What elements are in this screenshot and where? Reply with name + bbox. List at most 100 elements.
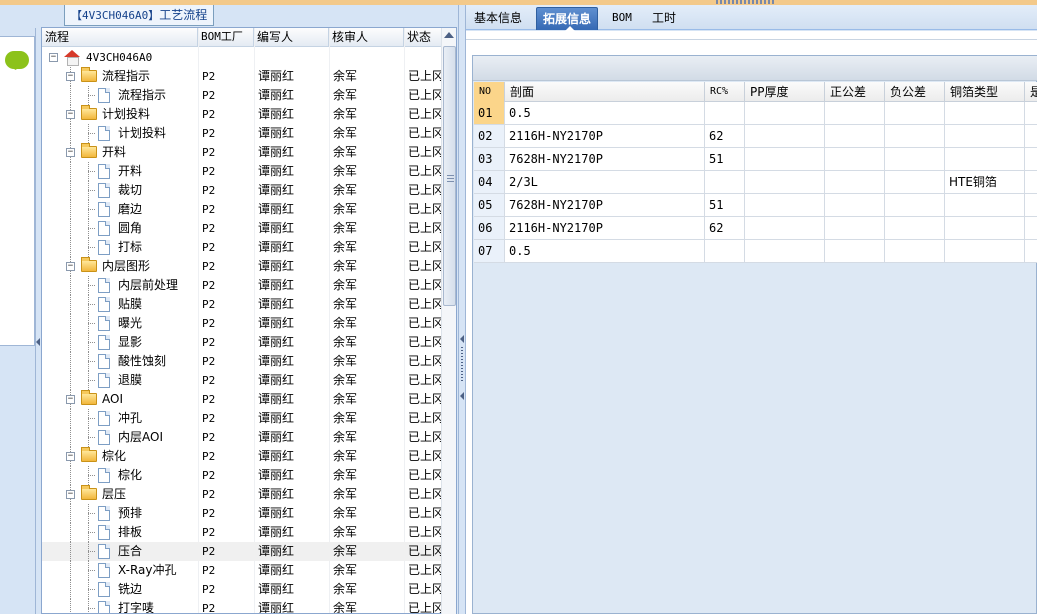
tree-step-row[interactable]: 压合 P2 谭丽红 余军 已上冈 — [42, 542, 444, 561]
col-header-no[interactable]: NO — [474, 82, 505, 102]
stackup-cell-pp[interactable] — [745, 171, 825, 193]
tree-step-row[interactable]: 冲孔 P2 谭丽红 余军 已上冈 — [42, 409, 444, 428]
stackup-cell-more[interactable] — [1025, 240, 1037, 262]
stackup-row[interactable]: 05 7628H-NY2170P 51 — [474, 194, 1037, 217]
stackup-cell-section[interactable]: 0.5 — [505, 102, 705, 124]
tree-step-row[interactable]: 酸性蚀刻 P2 谭丽红 余军 已上冈 — [42, 352, 444, 371]
tree-folder-row[interactable]: − 棕化 P2 谭丽红 余军 已上冈 — [42, 447, 444, 466]
collapse-toggle-icon[interactable]: − — [66, 452, 75, 461]
tree-folder-row[interactable]: − 内层图形 P2 谭丽红 余军 已上冈 — [42, 257, 444, 276]
collapse-toggle-icon[interactable]: − — [66, 395, 75, 404]
tree-folder-row[interactable]: − 计划投料 P2 谭丽红 余军 已上冈 — [42, 105, 444, 124]
tab-work-hours[interactable]: 工时 — [646, 7, 682, 30]
stackup-cell-rc[interactable]: 62 — [705, 217, 745, 239]
stackup-cell-section[interactable]: 2116H-NY2170P — [505, 125, 705, 147]
tree-step-row[interactable]: 圆角 P2 谭丽红 余军 已上冈 — [42, 219, 444, 238]
col-header-section[interactable]: 剖面 — [505, 82, 705, 102]
stackup-row[interactable]: 04 2/3L HTE铜箔 — [474, 171, 1037, 194]
stackup-cell-rc[interactable]: 51 — [705, 148, 745, 170]
tree-root-row[interactable]: − 4V3CH046A0 — [42, 48, 442, 67]
stackup-cell-pp[interactable] — [745, 125, 825, 147]
stackup-cell-pos[interactable] — [825, 194, 885, 216]
chat-bubble-icon[interactable] — [5, 51, 29, 69]
stackup-cell-neg[interactable] — [885, 194, 945, 216]
scroll-up-icon[interactable] — [444, 32, 454, 38]
stackup-cell-neg[interactable] — [885, 217, 945, 239]
stackup-cell-rc[interactable] — [705, 240, 745, 262]
collapse-toggle-icon[interactable]: − — [66, 490, 75, 499]
stackup-cell-no[interactable]: 03 — [474, 148, 505, 170]
stackup-row[interactable]: 06 2116H-NY2170P 62 — [474, 217, 1037, 240]
collapse-toggle-icon[interactable]: − — [49, 53, 58, 62]
collapse-left-icon[interactable] — [460, 335, 464, 343]
stackup-cell-copper[interactable]: HTE铜箔 — [945, 171, 1025, 193]
stackup-cell-section[interactable]: 7628H-NY2170P — [505, 148, 705, 170]
top-grip-icon[interactable] — [716, 0, 776, 4]
stackup-cell-pos[interactable] — [825, 171, 885, 193]
stackup-cell-no[interactable]: 04 — [474, 171, 505, 193]
stackup-cell-rc[interactable]: 62 — [705, 125, 745, 147]
collapse-toggle-icon[interactable]: − — [66, 72, 75, 81]
stackup-cell-copper[interactable] — [945, 217, 1025, 239]
stackup-cell-copper[interactable] — [945, 148, 1025, 170]
tree-folder-row[interactable]: − 流程指示 P2 谭丽红 余军 已上冈 — [42, 67, 444, 86]
stackup-cell-no[interactable]: 05 — [474, 194, 505, 216]
tree-step-row[interactable]: 磨边 P2 谭丽红 余军 已上冈 — [42, 200, 444, 219]
stackup-row[interactable]: 03 7628H-NY2170P 51 — [474, 148, 1037, 171]
stackup-row[interactable]: 07 0.5 — [474, 240, 1037, 263]
col-header-status[interactable]: 状态 — [404, 28, 444, 47]
stackup-cell-more[interactable] — [1025, 171, 1037, 193]
tree-step-row[interactable]: 排板 P2 谭丽红 余军 已上冈 — [42, 523, 444, 542]
stackup-cell-section[interactable]: 0.5 — [505, 240, 705, 262]
stackup-cell-pp[interactable] — [745, 194, 825, 216]
stackup-cell-pos[interactable] — [825, 148, 885, 170]
stackup-cell-rc[interactable] — [705, 171, 745, 193]
stackup-cell-pp[interactable] — [745, 217, 825, 239]
tree-step-row[interactable]: 内层前处理 P2 谭丽红 余军 已上冈 — [42, 276, 444, 295]
stackup-row[interactable]: 02 2116H-NY2170P 62 — [474, 125, 1037, 148]
tree-step-row[interactable]: X-Ray冲孔 P2 谭丽红 余军 已上冈 — [42, 561, 444, 580]
tree-step-row[interactable]: 计划投料 P2 谭丽红 余军 已上冈 — [42, 124, 444, 143]
stackup-cell-neg[interactable] — [885, 102, 945, 124]
tree-step-row[interactable]: 流程指示 P2 谭丽红 余军 已上冈 — [42, 86, 444, 105]
collapse-toggle-icon[interactable]: − — [66, 110, 75, 119]
stackup-cell-no[interactable]: 07 — [474, 240, 505, 262]
tree-step-row[interactable]: 铣边 P2 谭丽红 余军 已上冈 — [42, 580, 444, 599]
col-header-pp-thickness[interactable]: PP厚度 — [745, 82, 825, 102]
stackup-cell-rc[interactable]: 51 — [705, 194, 745, 216]
tree-step-row[interactable]: 贴膜 P2 谭丽红 余军 已上冈 — [42, 295, 444, 314]
stackup-cell-pp[interactable] — [745, 102, 825, 124]
stackup-cell-pos[interactable] — [825, 125, 885, 147]
tree-scrollbar[interactable] — [441, 28, 456, 614]
stackup-cell-pp[interactable] — [745, 148, 825, 170]
collapse-toggle-icon[interactable]: − — [66, 148, 75, 157]
col-header-writer[interactable]: 编写人 — [254, 28, 329, 47]
tree-step-row[interactable]: 显影 P2 谭丽红 余军 已上冈 — [42, 333, 444, 352]
stackup-cell-neg[interactable] — [885, 148, 945, 170]
tree-folder-row[interactable]: − 开料 P2 谭丽红 余军 已上冈 — [42, 143, 444, 162]
stackup-cell-more[interactable] — [1025, 194, 1037, 216]
stackup-cell-no[interactable]: 06 — [474, 217, 505, 239]
stackup-cell-neg[interactable] — [885, 240, 945, 262]
stackup-cell-more[interactable] — [1025, 125, 1037, 147]
scroll-thumb[interactable] — [443, 46, 456, 306]
col-header-pos-tolerance[interactable]: 正公差 — [825, 82, 885, 102]
tree-step-row[interactable]: 裁切 P2 谭丽红 余军 已上冈 — [42, 181, 444, 200]
stackup-cell-more[interactable] — [1025, 102, 1037, 124]
stackup-cell-copper[interactable] — [945, 194, 1025, 216]
col-header-flow[interactable]: 流程 — [42, 28, 198, 47]
col-header-reviewer[interactable]: 核审人 — [329, 28, 404, 47]
tab-extended-info[interactable]: 拓展信息 — [536, 7, 599, 31]
stackup-cell-pos[interactable] — [825, 240, 885, 262]
stackup-cell-pp[interactable] — [745, 240, 825, 262]
stackup-cell-copper[interactable] — [945, 240, 1025, 262]
collapse-left-icon-2[interactable] — [460, 392, 464, 400]
tree-step-row[interactable]: 曝光 P2 谭丽红 余军 已上冈 — [42, 314, 444, 333]
collapse-toggle-icon[interactable]: − — [66, 262, 75, 271]
stackup-cell-no[interactable]: 01 — [474, 102, 505, 124]
col-header-bom[interactable]: BOM工厂 — [198, 28, 254, 47]
stackup-cell-pos[interactable] — [825, 102, 885, 124]
stackup-cell-section[interactable]: 2/3L — [505, 171, 705, 193]
col-header-copper-type[interactable]: 铜箔类型 — [945, 82, 1025, 102]
tree-step-row[interactable]: 预排 P2 谭丽红 余军 已上冈 — [42, 504, 444, 523]
